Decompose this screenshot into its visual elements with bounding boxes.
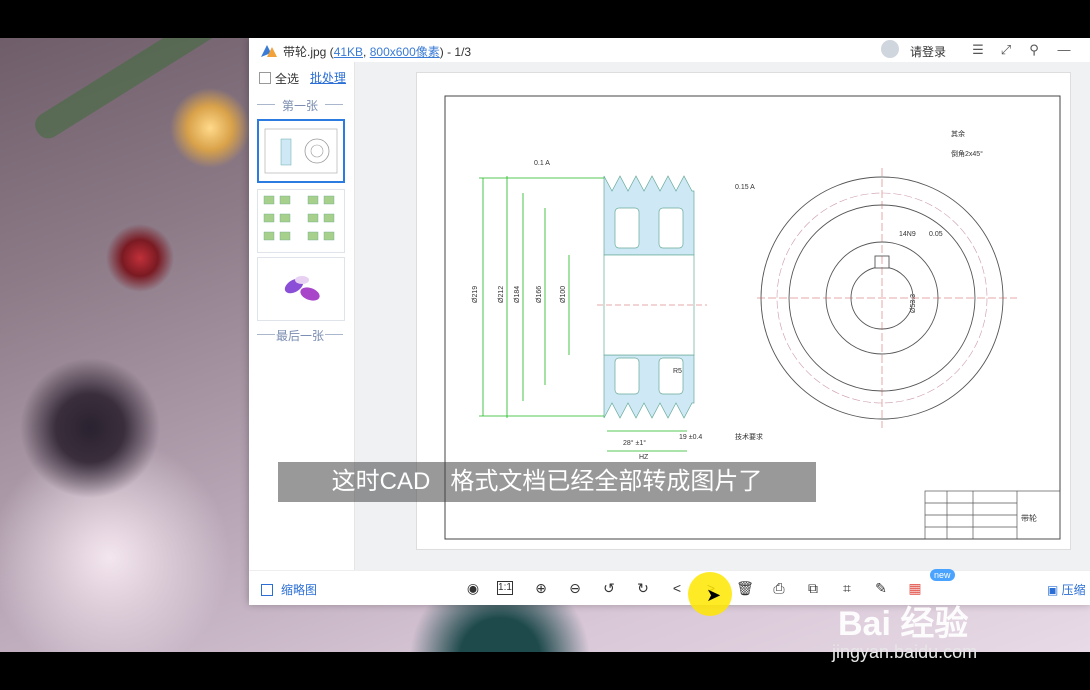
- first-label: 第一张: [257, 97, 343, 114]
- thumbnail-2[interactable]: [257, 189, 345, 253]
- compress-button[interactable]: ▣ 压缩: [1047, 581, 1086, 598]
- actual-size-icon[interactable]: 1:1: [497, 581, 513, 595]
- tech-requirements: 技术要求: [735, 432, 763, 441]
- watermark-url: jingyan.baidu.com: [832, 642, 978, 662]
- login-link[interactable]: 请登录: [910, 43, 946, 60]
- thumbnail-1[interactable]: [257, 119, 345, 183]
- delete-icon[interactable]: 🗑: [735, 579, 755, 597]
- zoom-in-icon[interactable]: ⊕: [531, 579, 551, 597]
- tolerance-label-3: 0.05: [929, 231, 943, 238]
- crop-icon[interactable]: ⌗: [837, 579, 857, 597]
- image-viewer-window: 带轮.jpg (41KB, 800x600像素) - 1/3 请登录 ☰ ⤢ ⚲…: [249, 38, 1090, 605]
- new-badge: new: [930, 569, 955, 581]
- dim-184: Ø184: [514, 286, 521, 303]
- note-rest: 其余: [951, 129, 965, 138]
- title-block-name: 带轮: [1021, 513, 1037, 523]
- rotate-right-icon[interactable]: ↻: [633, 579, 653, 597]
- app-logo-icon: [261, 45, 277, 57]
- radius-label: R5: [673, 368, 682, 375]
- dimensions-link[interactable]: 800x600像素: [370, 45, 440, 59]
- file-size-link[interactable]: 41KB: [334, 45, 363, 59]
- print-icon[interactable]: ⎙: [769, 579, 789, 597]
- window-title: 带轮.jpg (41KB, 800x600像素) - 1/3: [283, 45, 472, 59]
- title-bar: 带轮.jpg (41KB, 800x600像素) - 1/3 请登录 ☰ ⤢ ⚲…: [249, 38, 1090, 62]
- mouse-cursor-icon: ➤: [706, 585, 722, 605]
- pin-icon[interactable]: ⚲: [1025, 41, 1043, 59]
- rotate-left-icon[interactable]: ↺: [599, 579, 619, 597]
- copy-icon[interactable]: ⧉: [803, 579, 823, 597]
- thumbnails-icon: [261, 584, 273, 596]
- last-label: 最后一张: [257, 327, 343, 344]
- angle-label: 28° ±1°: [623, 439, 646, 447]
- select-all-checkbox[interactable]: 全选: [259, 70, 299, 87]
- dim-166: Ø166: [536, 286, 543, 303]
- batch-process-link[interactable]: 批处理: [310, 69, 346, 86]
- previous-icon[interactable]: <: [667, 579, 687, 597]
- mouse-icon[interactable]: ◉: [463, 579, 483, 597]
- dim-53: Ø53.3: [910, 294, 917, 313]
- minimize-icon[interactable]: —: [1055, 41, 1073, 59]
- baidu-watermark: Bai 经验: [838, 605, 969, 643]
- fullscreen-icon[interactable]: ⤢: [997, 41, 1015, 59]
- tolerance-label-2: 0.15 A: [735, 184, 755, 191]
- dim-100: Ø100: [560, 286, 567, 303]
- keyway-label: 14N9: [899, 231, 916, 238]
- video-subtitle: 这时CAD 格式文档已经全部转成图片了: [278, 462, 816, 502]
- menu-icon[interactable]: ☰: [969, 41, 987, 59]
- thumbnails-button[interactable]: 缩略图: [261, 581, 317, 598]
- note-chamfer: 倒角2x45°: [951, 149, 983, 158]
- avatar[interactable]: [881, 40, 899, 58]
- groove-label: 19 ±0.4: [679, 434, 702, 441]
- thumbnail-3[interactable]: [257, 257, 345, 321]
- edit-icon[interactable]: ✎: [871, 579, 891, 597]
- dim-212: Ø212: [498, 286, 505, 303]
- dim-219: Ø219: [472, 286, 479, 303]
- tolerance-label-1: 0.1 A: [534, 160, 550, 167]
- hz-label: HZ: [639, 454, 649, 461]
- apps-icon[interactable]: ▦: [905, 579, 925, 597]
- zoom-out-icon[interactable]: ⊖: [565, 579, 585, 597]
